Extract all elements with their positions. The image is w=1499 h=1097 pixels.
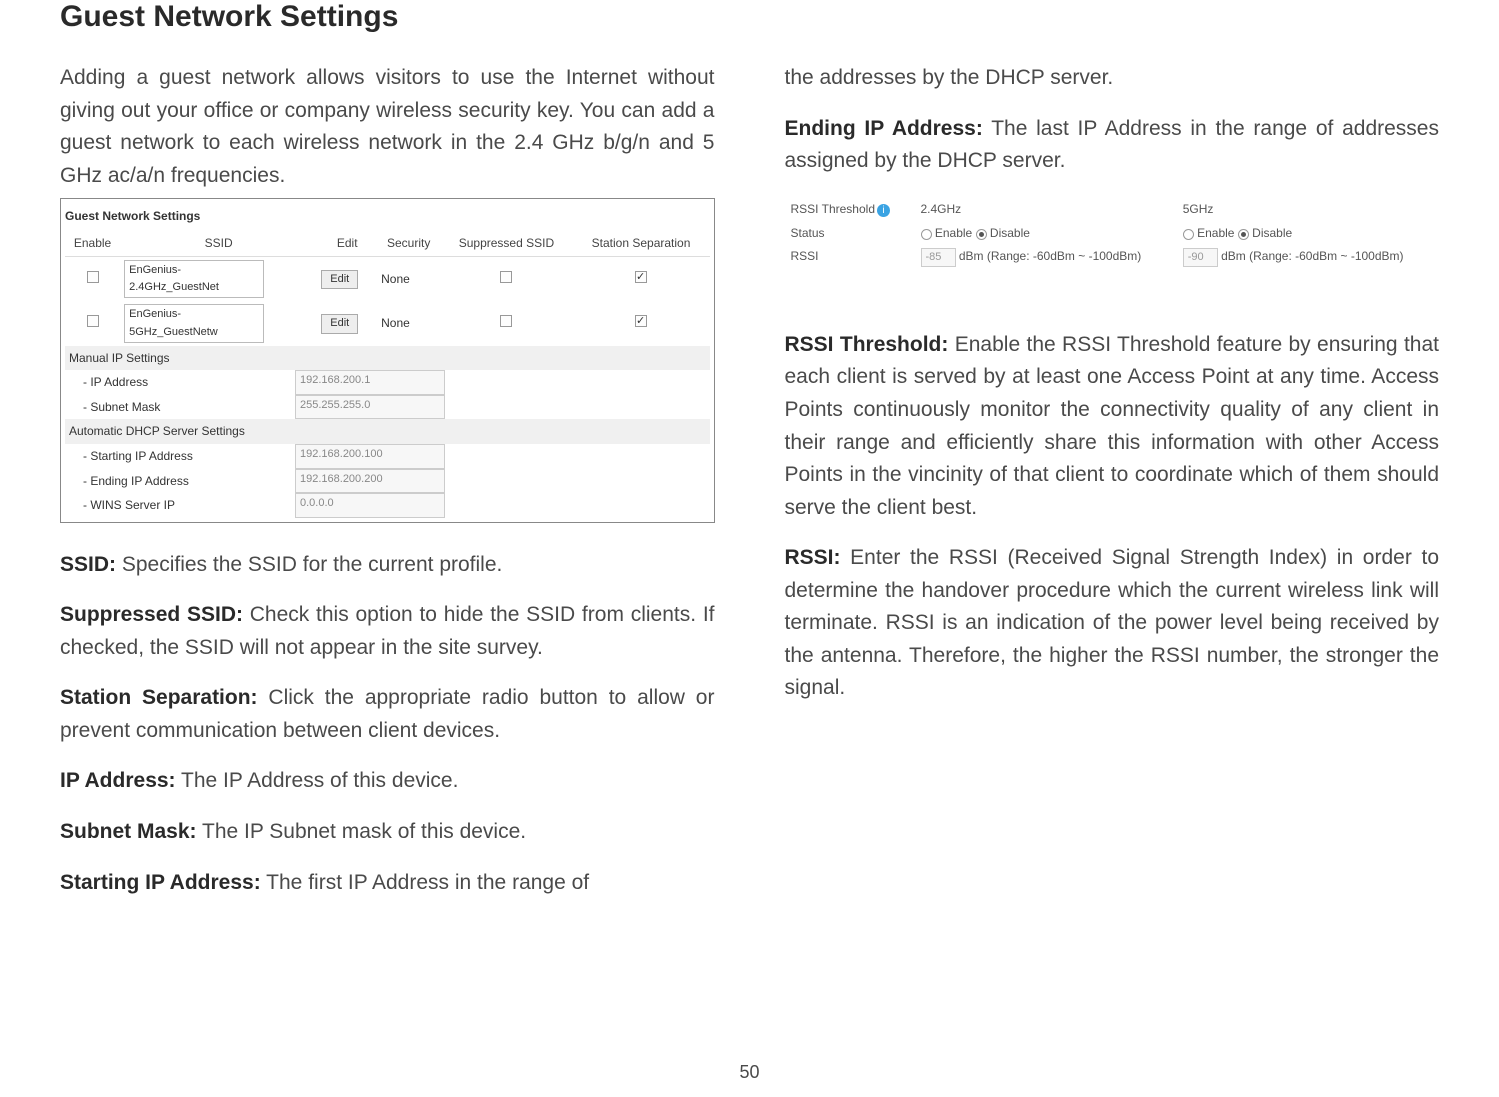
- definition: RSSI Threshold: Enable the RSSI Threshol…: [785, 329, 1440, 524]
- term: SSID:: [60, 553, 116, 576]
- table-row: EnGenius-5GHz_GuestNetw Edit None: [65, 301, 710, 345]
- radio-label: Enable: [1197, 226, 1234, 240]
- manual-ip-heading: Manual IP Settings: [65, 346, 710, 371]
- rssi-row: RSSI -85 dBm (Range: -60dBm ~ -100dBm) -…: [785, 245, 1440, 269]
- status-label: Status: [785, 222, 915, 245]
- term: Station Separation:: [60, 686, 258, 709]
- rssi-threshold-figure: RSSI Thresholdi 2.4GHz 5GHz Status Enabl…: [785, 196, 1440, 269]
- definition-text: The first IP Address in the range of: [261, 871, 589, 894]
- guest-network-figure: Guest Network Settings Enable SSID Edit …: [60, 198, 715, 523]
- col-separation: Station Separation: [573, 230, 710, 257]
- rssi-input-24[interactable]: -85: [921, 248, 956, 267]
- disable-radio-5[interactable]: [1238, 229, 1249, 240]
- definition-text: Enable the RSSI Threshold feature by ens…: [785, 333, 1440, 519]
- setting-label: - Subnet Mask: [65, 395, 295, 420]
- setting-label: - WINS Server IP: [65, 493, 295, 518]
- definition-text: Specifies the SSID for the current profi…: [116, 553, 502, 576]
- figure1-header-row: Enable SSID Edit Security Suppressed SSI…: [65, 230, 710, 257]
- col-ssid: SSID: [120, 230, 317, 257]
- ssid-input[interactable]: EnGenius-5GHz_GuestNetw: [124, 304, 264, 342]
- col-security: Security: [377, 230, 440, 257]
- page-number: 50: [0, 1062, 1499, 1083]
- rssi-input-5[interactable]: -90: [1183, 248, 1218, 267]
- radio-label: Enable: [935, 226, 972, 240]
- info-icon[interactable]: i: [877, 204, 890, 217]
- list-item: - Ending IP Address192.168.200.200: [65, 469, 710, 494]
- suppressed-checkbox[interactable]: [500, 315, 512, 327]
- term: Ending IP Address:: [785, 117, 983, 140]
- enable-checkbox[interactable]: [87, 315, 99, 327]
- figure2-header: RSSI Thresholdi 2.4GHz 5GHz: [785, 196, 1440, 223]
- ip-address-input[interactable]: 192.168.200.1: [295, 370, 445, 395]
- disable-radio-24[interactable]: [976, 229, 987, 240]
- col-5ghz: 5GHz: [1177, 196, 1439, 223]
- starting-ip-input[interactable]: 192.168.200.100: [295, 444, 445, 469]
- enable-radio-5[interactable]: [1183, 229, 1194, 240]
- status-row: Status Enable Disable Enable Disable: [785, 222, 1440, 245]
- definition: RSSI: Enter the RSSI (Received Signal St…: [785, 542, 1440, 705]
- ssid-input[interactable]: EnGenius-2.4GHz_GuestNet: [124, 260, 264, 298]
- setting-label: - Ending IP Address: [65, 469, 295, 494]
- radio-label: Disable: [1252, 226, 1292, 240]
- setting-label: - IP Address: [65, 370, 295, 395]
- term: IP Address:: [60, 769, 176, 792]
- setting-label: - Starting IP Address: [65, 444, 295, 469]
- col-edit: Edit: [317, 230, 377, 257]
- suppressed-checkbox[interactable]: [500, 271, 512, 283]
- enable-checkbox[interactable]: [87, 271, 99, 283]
- list-item: - Starting IP Address192.168.200.100: [65, 444, 710, 469]
- separation-checkbox[interactable]: [635, 315, 647, 327]
- definition: Station Separation: Click the appropriat…: [60, 682, 715, 747]
- definition: Ending IP Address: The last IP Address i…: [785, 113, 1440, 178]
- range-text: dBm (Range: -60dBm ~ -100dBm): [959, 249, 1141, 263]
- range-text: dBm (Range: -60dBm ~ -100dBm): [1221, 249, 1403, 263]
- intro-paragraph: Adding a guest network allows visitors t…: [60, 62, 715, 192]
- definition: IP Address: The IP Address of this devic…: [60, 765, 715, 798]
- figure1-heading: Guest Network Settings: [65, 203, 710, 230]
- definition: Subnet Mask: The IP Subnet mask of this …: [60, 816, 715, 849]
- continuation-text: the addresses by the DHCP server.: [785, 62, 1440, 95]
- definition: Suppressed SSID: Check this option to hi…: [60, 599, 715, 664]
- col-24ghz: 2.4GHz: [915, 196, 1177, 223]
- term: Starting IP Address:: [60, 871, 261, 894]
- term: Suppressed SSID:: [60, 603, 243, 626]
- enable-radio-24[interactable]: [921, 229, 932, 240]
- col-enable: Enable: [65, 230, 120, 257]
- radio-label: Disable: [990, 226, 1030, 240]
- edit-button[interactable]: Edit: [321, 314, 358, 333]
- rssi-label: RSSI: [785, 245, 915, 269]
- dhcp-heading: Automatic DHCP Server Settings: [65, 419, 710, 444]
- separation-checkbox[interactable]: [635, 271, 647, 283]
- definition: SSID: Specifies the SSID for the current…: [60, 549, 715, 582]
- subnet-mask-input[interactable]: 255.255.255.0: [295, 395, 445, 420]
- ending-ip-input[interactable]: 192.168.200.200: [295, 469, 445, 494]
- page-title: Guest Network Settings: [60, 0, 1439, 34]
- wins-ip-input[interactable]: 0.0.0.0: [295, 493, 445, 518]
- right-column: the addresses by the DHCP server. Ending…: [785, 62, 1440, 899]
- col-suppressed: Suppressed SSID: [440, 230, 572, 257]
- table-row: EnGenius-2.4GHz_GuestNet Edit None: [65, 257, 710, 302]
- definition-text: The IP Address of this device.: [176, 769, 459, 792]
- definition: Starting IP Address: The first IP Addres…: [60, 867, 715, 900]
- term: Subnet Mask:: [60, 820, 197, 843]
- list-item: - IP Address192.168.200.1: [65, 370, 710, 395]
- definition-text: Enter the RSSI (Received Signal Strength…: [785, 546, 1440, 699]
- list-item: - Subnet Mask255.255.255.0: [65, 395, 710, 420]
- edit-button[interactable]: Edit: [321, 270, 358, 289]
- rssi-threshold-label: RSSI Threshold: [791, 202, 876, 216]
- definition-text: The IP Subnet mask of this device.: [197, 820, 527, 843]
- term: RSSI Threshold:: [785, 333, 949, 356]
- list-item: - WINS Server IP0.0.0.0: [65, 493, 710, 518]
- security-value: None: [377, 301, 440, 345]
- term: RSSI:: [785, 546, 841, 569]
- security-value: None: [377, 257, 440, 302]
- left-column: Adding a guest network allows visitors t…: [60, 62, 715, 899]
